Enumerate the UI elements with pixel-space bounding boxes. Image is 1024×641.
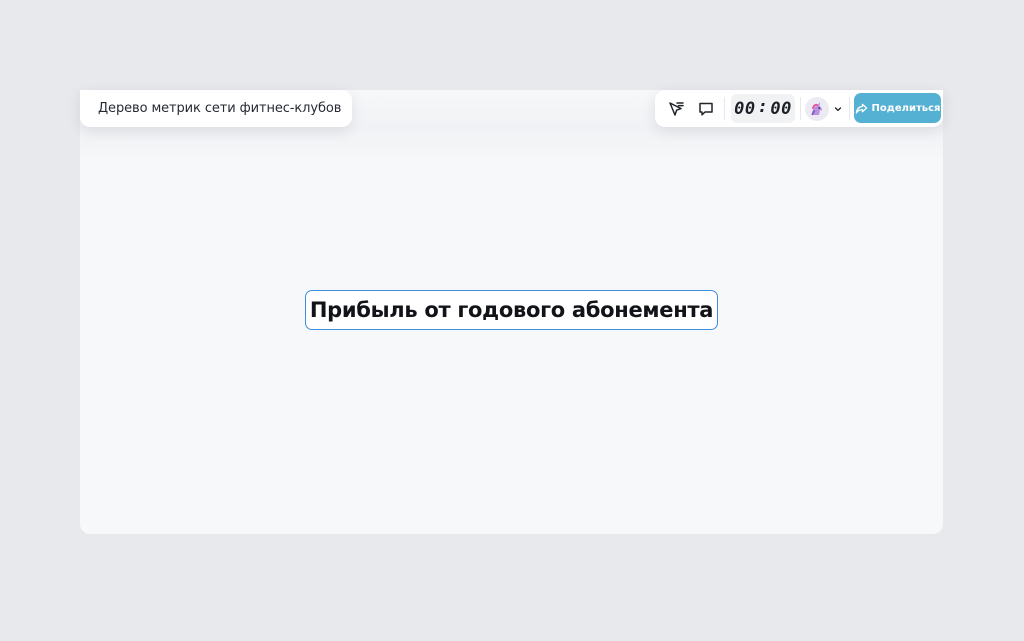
document-title[interactable]: Дерево метрик сети фитнес-клубов: [98, 101, 341, 116]
toolbar-divider: [724, 97, 725, 120]
comment-icon[interactable]: [693, 96, 719, 122]
avatar-menu[interactable]: [805, 96, 843, 122]
toolbar-divider: [849, 97, 850, 120]
toolbar-divider: [800, 97, 801, 120]
filter-cursor-icon[interactable]: [663, 96, 689, 122]
share-arrow-icon: [855, 103, 867, 114]
document-title-chip[interactable]: Дерево метрик сети фитнес-клубов: [80, 90, 352, 127]
chevron-down-icon: [834, 107, 842, 112]
top-toolbar: 00:00 Поделиться: [655, 90, 943, 127]
session-timer[interactable]: 00:00: [731, 94, 795, 123]
share-label: Поделиться: [871, 102, 941, 114]
metric-node-label: Прибыль от годового абонемента: [309, 298, 714, 322]
share-button[interactable]: Поделиться: [854, 93, 941, 123]
metric-node-root[interactable]: Прибыль от годового абонемента: [305, 290, 718, 330]
timer-colon: :: [757, 96, 769, 117]
unicorn-icon: [805, 97, 829, 121]
timer-seconds: 00: [770, 98, 792, 119]
timer-minutes: 00: [734, 98, 756, 119]
